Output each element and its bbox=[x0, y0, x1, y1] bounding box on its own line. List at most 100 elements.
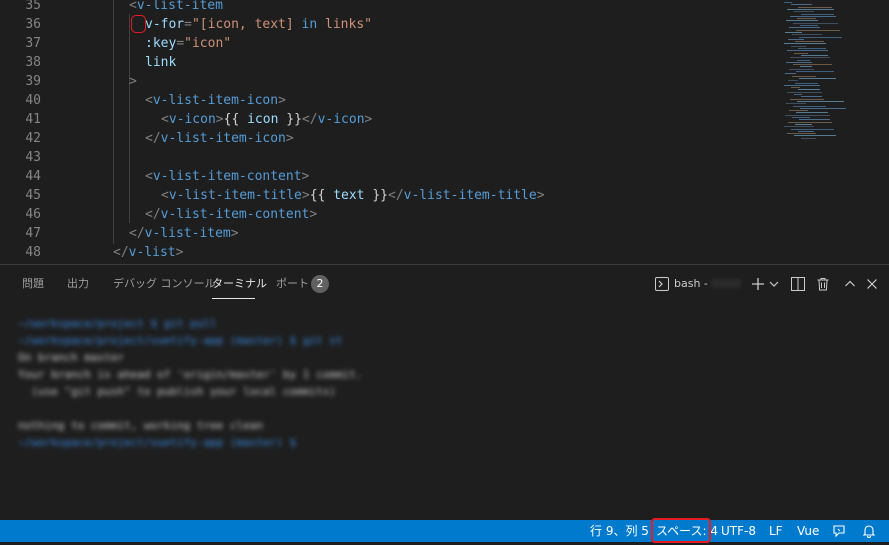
line-number: 47 bbox=[25, 226, 41, 241]
code-text[interactable]: > bbox=[129, 72, 137, 91]
code-line[interactable]: 48 </v-list> bbox=[0, 243, 780, 262]
tab-output[interactable]: 出力 bbox=[67, 276, 89, 292]
code-line[interactable]: 46 </v-list-item-content> bbox=[0, 205, 780, 224]
code-text[interactable]: </v-list> bbox=[113, 243, 183, 262]
split-icon bbox=[791, 277, 805, 291]
code-token: {{ bbox=[223, 112, 248, 127]
tab-ports[interactable]: ポート bbox=[276, 276, 309, 292]
code-token: v-icon bbox=[317, 112, 365, 127]
code-text[interactable]: <v-icon>{{ icon }}</v-icon> bbox=[161, 110, 372, 129]
terminal-line: ~/workspace/project $ git pull bbox=[18, 317, 217, 330]
minimap-stroke bbox=[801, 137, 816, 139]
terminal-output[interactable]: ~/workspace/project $ git pull ~/workspa… bbox=[18, 315, 438, 451]
code-token: </ bbox=[301, 112, 318, 127]
minimap-stroke bbox=[799, 36, 842, 38]
terminal-line: (use "git push" to publish your local co… bbox=[18, 385, 336, 398]
code-text[interactable]: <v-list-item bbox=[129, 0, 223, 15]
minimap-stroke bbox=[799, 77, 836, 79]
minimap-stroke bbox=[798, 6, 832, 8]
minimap-stroke bbox=[797, 18, 816, 20]
minimap-stroke bbox=[797, 100, 844, 102]
code-text[interactable]: </v-list-item> bbox=[129, 224, 239, 243]
code-line[interactable]: 36 v-for="[icon, text] in links" bbox=[0, 15, 780, 34]
language-mode[interactable]: Vue bbox=[797, 520, 819, 542]
code-token: > bbox=[230, 226, 239, 241]
code-text[interactable]: :key="icon" bbox=[145, 34, 231, 53]
minimap-stroke bbox=[795, 82, 818, 84]
code-text[interactable]: </v-list-item-icon> bbox=[145, 129, 294, 148]
code-line[interactable]: 38 link bbox=[0, 53, 780, 72]
line-number: 35 bbox=[25, 0, 41, 13]
minimap-stroke bbox=[792, 75, 816, 77]
feedback-button[interactable] bbox=[832, 520, 848, 542]
notifications-button[interactable] bbox=[862, 520, 878, 542]
maximize-panel-button[interactable] bbox=[842, 273, 858, 295]
terminal-profile-dropdown[interactable] bbox=[768, 273, 780, 295]
minimap-stroke bbox=[796, 71, 834, 72]
code-token: icon bbox=[247, 112, 279, 127]
split-terminal-button[interactable] bbox=[790, 273, 806, 295]
code-text[interactable]: v-for="[icon, text] in links" bbox=[145, 15, 372, 34]
terminal-name-redacted bbox=[711, 279, 741, 288]
code-line[interactable]: 42 </v-list-item-icon> bbox=[0, 129, 780, 148]
terminal-line: On branch master bbox=[18, 351, 124, 364]
minimap-stroke bbox=[791, 45, 806, 47]
close-panel-button[interactable] bbox=[864, 273, 880, 295]
cursor-position[interactable]: 行 9、列 5 bbox=[590, 520, 649, 542]
minimap-stroke bbox=[789, 110, 808, 112]
code-token: </ bbox=[145, 207, 161, 222]
code-text[interactable]: </v-list-item-content> bbox=[145, 205, 317, 224]
minimap-stroke bbox=[790, 57, 830, 59]
feedback-icon bbox=[833, 525, 845, 538]
code-token: link bbox=[145, 55, 177, 70]
minimap-stroke bbox=[794, 52, 808, 54]
minimap-stroke bbox=[795, 41, 824, 43]
line-number: 39 bbox=[25, 74, 41, 89]
minimap-stroke bbox=[785, 73, 796, 75]
minimap[interactable] bbox=[782, 0, 874, 150]
code-line[interactable]: 41 <v-icon>{{ icon }}</v-icon> bbox=[0, 110, 780, 129]
code-text[interactable]: <v-list-item-icon> bbox=[145, 91, 286, 110]
code-token: > bbox=[364, 112, 373, 127]
code-token: </ bbox=[388, 188, 404, 203]
minimap-stroke bbox=[788, 38, 804, 40]
code-line[interactable]: 40 <v-list-item-icon> bbox=[0, 91, 780, 110]
new-terminal-button[interactable] bbox=[750, 273, 766, 295]
code-line[interactable]: 39 > bbox=[0, 72, 780, 91]
code-editor[interactable]: 35 <v-list-item 36 v-for="[icon, text] i… bbox=[0, 0, 889, 264]
code-line[interactable]: 47 </v-list-item> bbox=[0, 224, 780, 243]
minimap-stroke bbox=[784, 2, 792, 3]
code-line[interactable]: 45 <v-list-item-title>{{ text }}</v-list… bbox=[0, 186, 780, 205]
code-text[interactable]: link bbox=[145, 53, 176, 72]
status-bar: 行 9、列 5 スペース: 4 UTF-8 LF Vue bbox=[0, 520, 889, 542]
minimap-stroke bbox=[793, 64, 832, 66]
tab-problems[interactable]: 問題 bbox=[22, 276, 44, 292]
terminal-selector[interactable]: bash - bbox=[655, 275, 745, 293]
code-token: v-list-item-content bbox=[160, 207, 310, 222]
end-of-line[interactable]: LF bbox=[769, 520, 783, 542]
minimap-stroke bbox=[795, 123, 812, 125]
file-encoding[interactable]: UTF-8 bbox=[721, 520, 756, 542]
tab-debug-console[interactable]: デバッグ コンソール bbox=[113, 276, 216, 292]
minimap-stroke bbox=[787, 91, 822, 93]
code-text[interactable]: <v-list-item-title>{{ text }}</v-list-it… bbox=[161, 186, 545, 205]
minimap-stroke bbox=[784, 84, 820, 86]
editor-scrollbar[interactable] bbox=[876, 0, 889, 264]
code-token: < bbox=[129, 0, 137, 13]
code-line[interactable]: 44 <v-list-item-content> bbox=[0, 167, 780, 186]
code-token: > bbox=[215, 112, 224, 127]
code-token: > bbox=[129, 74, 137, 89]
minimap-stroke bbox=[794, 11, 814, 13]
minimap-stroke bbox=[784, 126, 814, 128]
code-text[interactable]: <v-list-item-content> bbox=[145, 167, 309, 186]
minimap-stroke bbox=[792, 117, 810, 118]
line-number: 38 bbox=[25, 55, 41, 70]
minimap-stroke bbox=[800, 66, 812, 68]
code-line[interactable]: 35 <v-list-item bbox=[0, 0, 780, 15]
code-line[interactable]: 43 bbox=[0, 148, 780, 167]
tab-terminal[interactable]: ターミナル bbox=[212, 276, 267, 292]
code-line[interactable]: 37 :key="icon" bbox=[0, 34, 780, 53]
kill-terminal-button[interactable] bbox=[815, 273, 831, 295]
line-number: 44 bbox=[25, 169, 41, 184]
active-tab-indicator bbox=[212, 298, 255, 299]
